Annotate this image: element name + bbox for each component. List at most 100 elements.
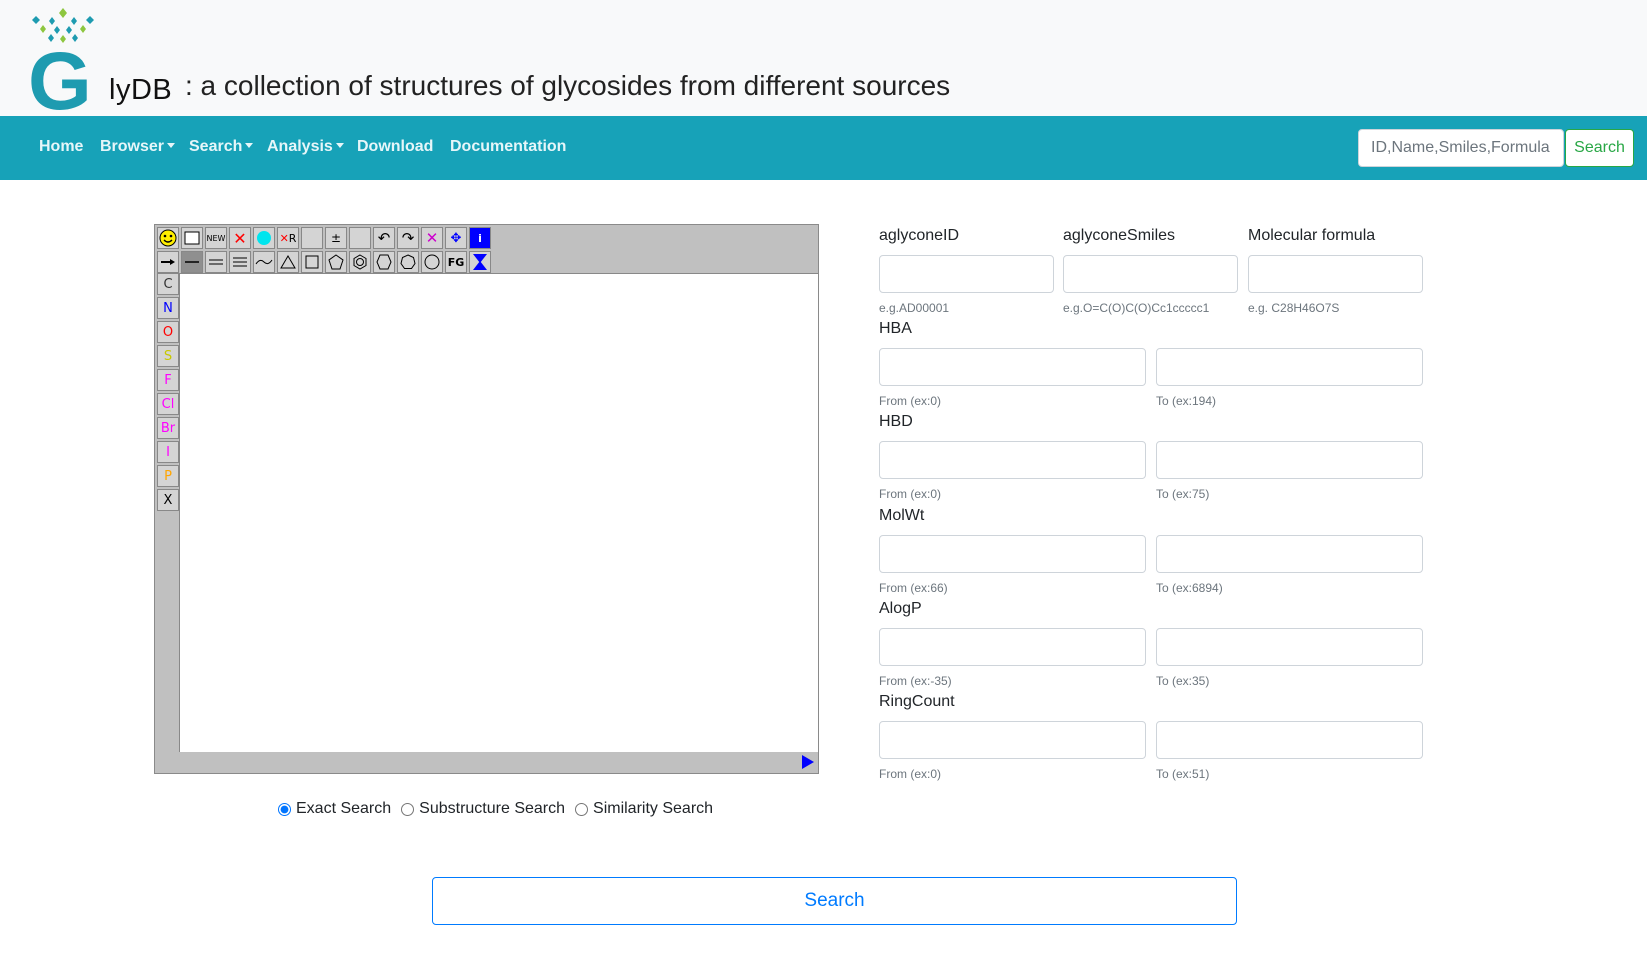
hbd-from-hint: From (ex:0) [879, 487, 942, 501]
substructure-search-radio[interactable] [401, 802, 415, 816]
similarity-search-radio[interactable] [575, 802, 589, 816]
nav-documentation[interactable]: Documentation [450, 138, 566, 156]
hba-to-hint: To (ex:194) [1156, 394, 1217, 408]
undo-icon[interactable]: ↶ [373, 227, 395, 249]
aglycone-id-label: aglyconeID [879, 227, 960, 244]
site-tagline: : a collection of structures of glycosid… [185, 70, 951, 101]
hba-from-input[interactable] [879, 348, 1146, 386]
blank-tool-button[interactable] [301, 227, 323, 249]
submit-search-button[interactable]: Search [432, 877, 1237, 925]
ring-4-icon[interactable] [301, 251, 323, 273]
drawing-canvas[interactable] [179, 273, 818, 752]
smiley-icon[interactable] [157, 227, 179, 249]
element-i[interactable]: I [157, 441, 179, 463]
triple-bond-icon[interactable] [229, 251, 251, 273]
main-navbar: Home Browser Search Analysis Download Do… [0, 116, 1647, 180]
svg-text:G: G [30, 36, 92, 110]
element-f[interactable]: F [157, 369, 179, 391]
clear-icon[interactable]: ✕ [421, 227, 443, 249]
aglycone-smiles-hint: e.g.O=C(O)C(O)Cc1ccccc1 [1063, 301, 1210, 315]
element-c[interactable]: C [157, 273, 179, 295]
molwt-from-hint: From (ex:66) [879, 581, 948, 595]
ring-3-icon[interactable] [277, 251, 299, 273]
element-p[interactable]: P [157, 465, 179, 487]
redo-icon[interactable]: ↷ [397, 227, 419, 249]
atom-color-icon[interactable] [253, 227, 275, 249]
hbd-to-hint: To (ex:75) [1156, 487, 1210, 501]
brand-name: lyDB [109, 74, 173, 106]
hba-from-hint: From (ex:0) [879, 394, 942, 408]
molwt-to-input[interactable] [1156, 535, 1423, 573]
delete-icon[interactable]: ✕ [229, 227, 251, 249]
functional-group-button[interactable]: FG [445, 251, 467, 273]
ringcount-label: RingCount [879, 693, 955, 710]
nav-search-input[interactable] [1358, 129, 1564, 167]
element-s[interactable]: S [157, 345, 179, 367]
nav-search-dropdown[interactable]: Search [189, 138, 254, 156]
ringcount-to-input[interactable] [1156, 721, 1423, 759]
charge-icon[interactable]: ± [325, 227, 347, 249]
element-br[interactable]: Br [157, 417, 179, 439]
chain-wave-icon[interactable] [253, 251, 275, 273]
nav-analysis-dropdown[interactable]: Analysis [267, 138, 344, 156]
blank-tool-button[interactable] [349, 227, 371, 249]
hba-label: HBA [879, 320, 912, 337]
editor-toolbar-top: NEW ✕ ✕ R ± ↶ ↷ ✕ ✥ i [157, 227, 493, 249]
chevron-down-icon [245, 143, 254, 148]
substructure-search-option[interactable]: Substructure Search [401, 800, 565, 818]
editor-toolbar-bonds: FG [157, 251, 493, 273]
aglycone-smiles-label: aglyconeSmiles [1063, 227, 1176, 244]
alogp-to-hint: To (ex:35) [1156, 674, 1210, 688]
chevron-down-icon [167, 143, 176, 148]
ringcount-from-hint: From (ex:0) [879, 767, 942, 781]
play-arrow-icon[interactable] [802, 755, 814, 769]
r-group-label: R [288, 231, 297, 245]
move-icon[interactable]: ✥ [445, 227, 467, 249]
double-bond-icon[interactable] [205, 251, 227, 273]
site-header: G lyDB : a collection of structures of g… [0, 0, 1647, 116]
element-x[interactable]: X [157, 489, 179, 511]
molwt-to-hint: To (ex:6894) [1156, 581, 1223, 595]
aglycone-smiles-input[interactable] [1063, 255, 1238, 293]
molecular-formula-label: Molecular formula [1248, 227, 1376, 244]
ring-7-icon[interactable] [397, 251, 419, 273]
exact-search-option[interactable]: Exact Search [278, 800, 391, 818]
element-palette: C N O S F Cl Br I P X [157, 273, 179, 513]
nav-home[interactable]: Home [39, 138, 83, 156]
chevron-down-icon [335, 143, 344, 148]
molwt-from-input[interactable] [879, 535, 1146, 573]
glydb-logo-icon[interactable]: G [30, 8, 102, 110]
element-n[interactable]: N [157, 297, 179, 319]
hba-to-input[interactable] [1156, 348, 1423, 386]
benzene-ring-icon[interactable] [349, 251, 371, 273]
element-cl[interactable]: Cl [157, 393, 179, 415]
new-molecule-button[interactable]: NEW [205, 227, 227, 249]
ring-6-icon[interactable] [373, 251, 395, 273]
ringcount-to-hint: To (ex:51) [1156, 767, 1210, 781]
element-o[interactable]: O [157, 321, 179, 343]
aglycone-id-hint: e.g.AD00001 [879, 301, 950, 315]
hbd-from-input[interactable] [879, 441, 1146, 479]
select-rectangle-icon[interactable] [181, 227, 203, 249]
ring-5-icon[interactable] [325, 251, 347, 273]
molecular-formula-input[interactable] [1248, 255, 1423, 293]
alogp-from-input[interactable] [879, 628, 1146, 666]
nav-download[interactable]: Download [357, 138, 433, 156]
molecular-formula-hint: e.g. C28H46O7S [1248, 301, 1340, 315]
exact-search-radio[interactable] [278, 802, 291, 816]
info-icon[interactable]: i [469, 227, 491, 249]
nav-search-button[interactable]: Search [1565, 129, 1634, 167]
ringcount-from-input[interactable] [879, 721, 1146, 759]
nav-browser-dropdown[interactable]: Browser [100, 138, 176, 156]
single-bond-icon[interactable] [181, 251, 203, 273]
alogp-from-hint: From (ex:-35) [879, 674, 952, 688]
alogp-to-input[interactable] [1156, 628, 1423, 666]
similarity-search-option[interactable]: Similarity Search [575, 800, 713, 818]
delete-r-group-icon[interactable]: ✕ R [277, 227, 299, 249]
chain-icon[interactable] [157, 251, 179, 273]
aglycone-id-input[interactable] [879, 255, 1054, 293]
hbd-to-input[interactable] [1156, 441, 1423, 479]
color-triangle-icon[interactable] [469, 251, 491, 273]
ring-8-icon[interactable] [421, 251, 443, 273]
hbd-label: HBD [879, 413, 913, 430]
